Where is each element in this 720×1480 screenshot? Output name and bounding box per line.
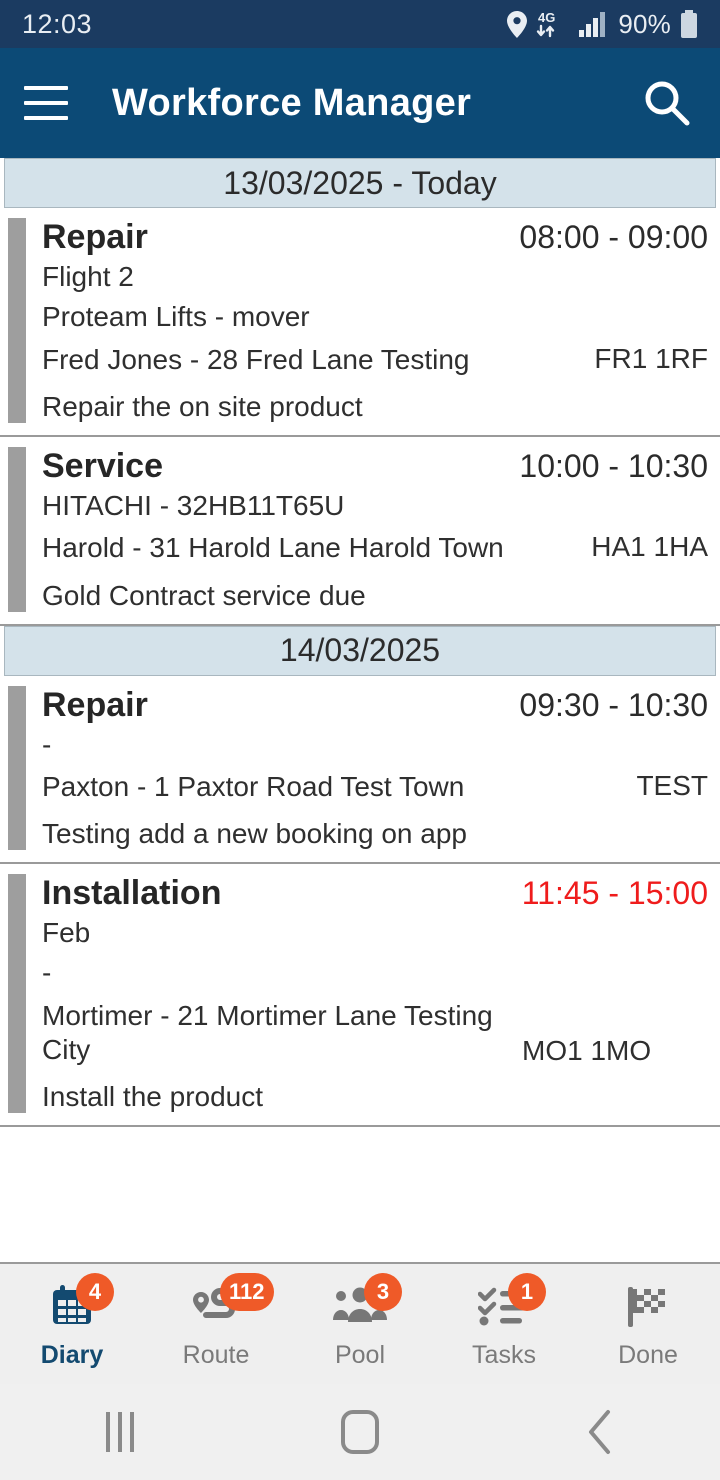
job-header-row: Installation 11:45 - 15:00: [42, 874, 708, 913]
job-subtitle-1: Flight 2: [42, 261, 134, 292]
job-subtitle-1: -: [42, 728, 52, 760]
svg-text:4G: 4G: [538, 10, 555, 25]
job-address-label: Harold - 31 Harold Lane Harold Town: [42, 532, 504, 564]
job-time-label: 08:00 - 09:00: [519, 219, 708, 255]
nav-label-route: Route: [182, 1340, 250, 1369]
job-address-label: Fred Jones - 28 Fred Lane Testing: [42, 343, 470, 375]
status-bar: 12:03 4G 90%: [0, 0, 720, 48]
job-note-label: Install the product: [42, 1081, 264, 1113]
nav-badge-route: 112: [220, 1272, 274, 1311]
job-status-accent-bar: [8, 446, 26, 612]
job-time-label: 11:45 - 15:00: [521, 875, 708, 912]
nav-diary-icon-wrap: 4: [48, 1272, 114, 1335]
nav-label-done: Done: [618, 1340, 678, 1369]
job-card-body: Installation 11:45 - 15:00 Feb - Mortime…: [42, 874, 720, 1113]
job-address-row: Harold - 31 Harold Lane Harold Town HA1 …: [42, 531, 708, 565]
job-card-body: Repair 09:30 - 10:30 - Paxton - 1 Paxtor…: [42, 686, 720, 851]
nav-badge-tasks: 1: [508, 1272, 546, 1311]
job-status-accent-bar: [8, 685, 26, 851]
network-4g-icon: 4G: [536, 9, 570, 39]
job-postcode-label: TEST: [636, 770, 708, 802]
job-type-label: Repair: [42, 218, 148, 256]
job-header-row: Repair 08:00 - 09:00: [42, 218, 708, 257]
job-time-label: 10:00 - 10:30: [519, 447, 708, 484]
checkered-flag-icon: [625, 1283, 671, 1334]
job-type-label: Service: [42, 446, 163, 485]
job-subtitle-2: -: [42, 957, 52, 989]
bottom-navigation-bar: 4 Diary 112 Route 3 Pool 1 Tasks Done: [0, 1262, 720, 1384]
nav-item-route[interactable]: 112 Route: [144, 1264, 288, 1384]
job-address-row: Fred Jones - 28 Fred Lane Testing FR1 1R…: [42, 343, 708, 377]
nav-item-pool[interactable]: 3 Pool: [288, 1264, 432, 1384]
job-postcode-label: FR1 1RF: [594, 342, 708, 374]
job-card-body: Service 10:00 - 10:30 HITACHI - 32HB11T6…: [42, 447, 720, 612]
status-bar-clock: 12:03: [22, 8, 93, 39]
job-address-row: Mortimer - 21 Mortimer Lane Testing City…: [42, 999, 708, 1067]
nav-label-tasks: Tasks: [472, 1340, 536, 1369]
battery-icon: [680, 10, 698, 38]
job-status-accent-bar: [8, 874, 26, 1114]
date-header-label: 13/03/2025 - Today: [223, 164, 497, 201]
nav-item-done[interactable]: Done: [576, 1264, 720, 1384]
job-postcode-label: MO1 1MO: [522, 1035, 652, 1067]
search-icon[interactable]: [638, 74, 696, 132]
job-card[interactable]: Repair 09:30 - 10:30 - Paxton - 1 Paxtor…: [0, 675, 720, 865]
job-subtitle-2: Proteam Lifts - mover: [42, 300, 310, 332]
job-time-label: 09:30 - 10:30: [519, 686, 708, 723]
nav-item-diary[interactable]: 4 Diary: [0, 1264, 144, 1384]
job-card-body: Repair 08:00 - 09:00 Flight 2 Proteam Li…: [42, 218, 720, 423]
job-type-label: Installation: [42, 874, 222, 913]
app-toolbar: Workforce Manager: [0, 48, 720, 158]
date-header: 14/03/2025: [4, 625, 716, 676]
android-system-nav: [0, 1384, 720, 1480]
nav-badge-diary: 4: [76, 1272, 114, 1311]
signal-bars-icon: [579, 11, 609, 37]
page-title: Workforce Manager: [112, 81, 472, 124]
nav-tasks-icon-wrap: 1: [477, 1272, 546, 1335]
job-note-label: Testing add a new booking on app: [42, 818, 467, 850]
diary-job-list[interactable]: 13/03/2025 - Today Repair 08:00 - 09:00 …: [0, 158, 720, 1262]
job-status-accent-bar: [8, 218, 26, 423]
nav-route-icon-wrap: 112: [190, 1272, 274, 1335]
job-address-label: Paxton - 1 Paxtor Road Test Town: [42, 771, 465, 803]
job-card[interactable]: Repair 08:00 - 09:00 Flight 2 Proteam Li…: [0, 208, 720, 437]
job-header-row: Service 10:00 - 10:30: [42, 447, 708, 486]
nav-done-icon-wrap: [625, 1283, 671, 1335]
nav-pool-icon-wrap: 3: [332, 1272, 402, 1335]
job-type-label: Repair: [42, 685, 148, 724]
job-header-row: Repair 09:30 - 10:30: [42, 686, 708, 725]
battery-percent-label: 90%: [618, 8, 671, 39]
job-subtitle-1: Feb: [42, 917, 91, 949]
status-bar-icons: 4G 90%: [507, 9, 698, 40]
job-address-row: Paxton - 1 Paxtor Road Test Town TEST: [42, 770, 708, 804]
hamburger-menu-icon[interactable]: [24, 86, 68, 120]
home-icon[interactable]: [300, 1402, 420, 1462]
recents-icon[interactable]: [60, 1402, 180, 1462]
job-note-label: Gold Contract service due: [42, 579, 366, 611]
location-pin-icon: [507, 10, 528, 38]
app-root: 12:03 4G 90% Workforce Manager 13/03/202…: [0, 0, 720, 1480]
back-icon[interactable]: [540, 1402, 660, 1462]
date-header: 13/03/2025 - Today: [4, 158, 716, 208]
job-card[interactable]: Installation 11:45 - 15:00 Feb - Mortime…: [0, 864, 720, 1128]
nav-label-pool: Pool: [334, 1340, 386, 1369]
nav-badge-pool: 3: [364, 1272, 402, 1311]
job-postcode-label: HA1 1HA: [591, 531, 708, 563]
job-card[interactable]: Service 10:00 - 10:30 HITACHI - 32HB11T6…: [0, 436, 720, 626]
date-header-label: 14/03/2025: [279, 632, 441, 669]
job-subtitle-1: HITACHI - 32HB11T65U: [42, 489, 345, 521]
job-note-label: Repair the on site product: [42, 390, 363, 422]
nav-label-diary: Diary: [40, 1340, 104, 1369]
job-address-label: Mortimer - 21 Mortimer Lane Testing City: [42, 999, 493, 1066]
nav-item-tasks[interactable]: 1 Tasks: [432, 1264, 576, 1384]
